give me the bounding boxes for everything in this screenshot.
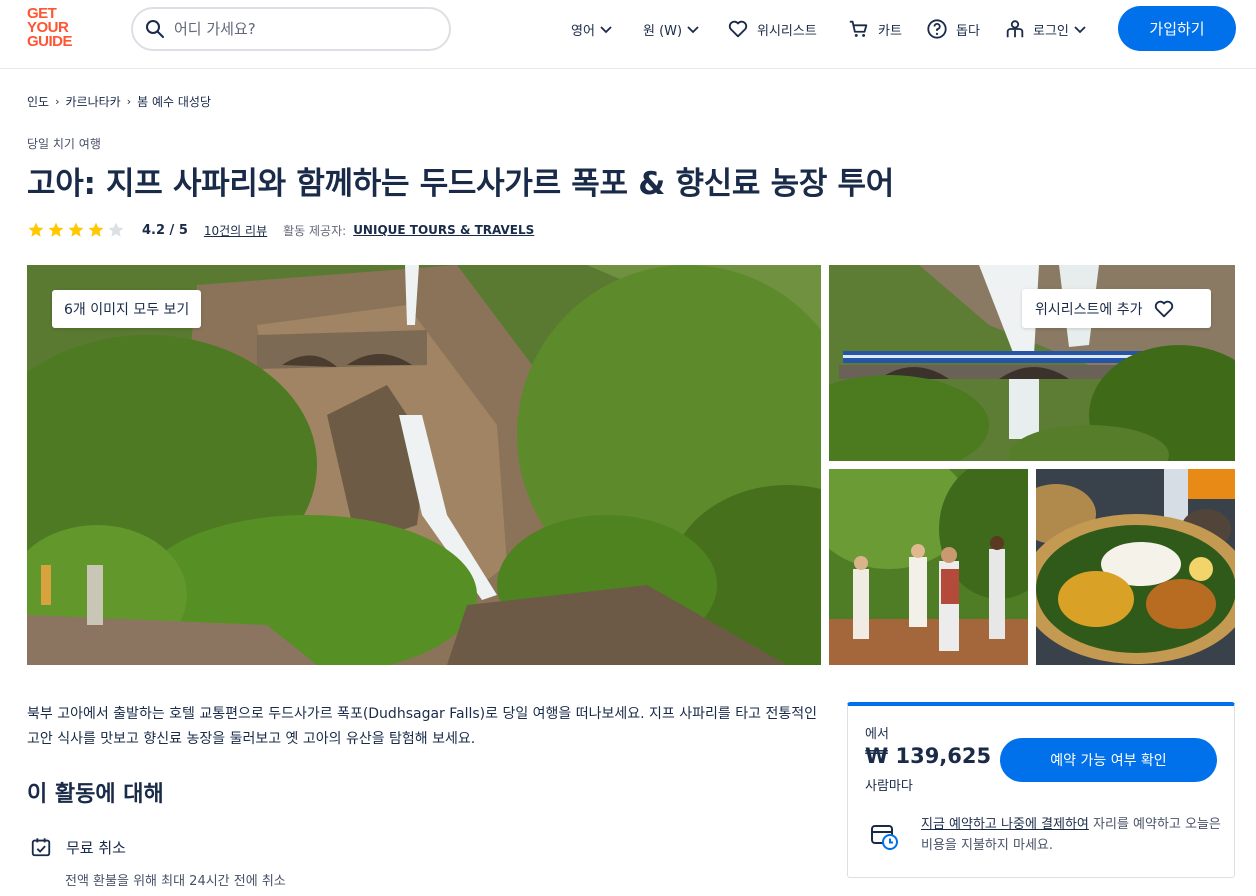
rating-row: 4.2 / 5 10건의 리뷰 활동 제공자: UNIQUE TOURS & T… [27, 219, 534, 241]
chevron-down-icon [687, 26, 699, 34]
chevron-down-icon [1074, 26, 1086, 34]
chevron-down-icon [600, 26, 612, 34]
currency-selector[interactable]: 원 (W) [643, 16, 700, 42]
free-cancellation-feature: 무료 취소 [30, 836, 126, 858]
breadcrumb-item-karnataka[interactable]: 카르나타카 [66, 93, 121, 110]
chevron-right-icon: › [126, 95, 132, 108]
activity-category: 당일 치기 여행 [27, 137, 101, 151]
getyourguide-logo[interactable]: GET YOUR GUIDE [27, 6, 87, 55]
cart-icon [849, 20, 868, 37]
signup-button[interactable]: 가입하기 [1118, 6, 1236, 51]
rating-value: 4.2 / 5 [142, 222, 188, 238]
currency-label: 원 (W) [643, 23, 683, 39]
heart-icon [728, 20, 748, 38]
cart-link[interactable]: 카트 [848, 16, 902, 42]
help-label: 돕다 [956, 23, 980, 39]
spice-farm-group-image [829, 469, 1028, 665]
breadcrumb-item-india[interactable]: 인도 [27, 93, 49, 110]
language-selector[interactable]: 영어 [571, 16, 613, 42]
page-title: 고아: 지프 사파리와 함께하는 두드사가르 폭포 & 향신료 농장 투어 [27, 166, 894, 202]
reserve-now-pay-later-link[interactable]: 지금 예약하고 나중에 결제하여 [921, 817, 1089, 832]
star-filled-icon [48, 222, 64, 237]
search-box[interactable] [131, 7, 451, 51]
breadcrumb: 인도 › 카르나타카 › 봄 예수 대성당 [27, 93, 211, 110]
check-availability-button[interactable]: 예약 가능 여부 확인 [1000, 738, 1217, 782]
about-heading: 이 활동에 대해 [27, 782, 164, 807]
star-rating [27, 221, 125, 239]
free-cancellation-detail: 전액 환불을 위해 최대 24시간 전에 취소 [65, 874, 286, 889]
language-label: 영어 [571, 23, 595, 39]
price-value: ₩ 139,625 [865, 744, 992, 768]
free-cancellation-title: 무료 취소 [66, 838, 126, 857]
user-group-icon [1006, 20, 1024, 38]
view-all-images-button[interactable]: 6개 이미지 모두 보기 [52, 290, 202, 328]
logo-line-3: GUIDE [27, 33, 73, 50]
add-to-wishlist-label: 위시리스트에 추가 [1035, 301, 1143, 318]
calendar-clock-icon [871, 825, 898, 850]
heart-icon [1154, 300, 1173, 317]
help-link[interactable]: 돕다 [926, 16, 980, 42]
activity-description: 북부 고아에서 출발하는 호텔 교통편으로 두드사가르 폭포(Dudhsagar… [27, 706, 817, 747]
chevron-right-icon: › [55, 95, 60, 108]
goan-meal-photo[interactable] [1036, 469, 1235, 665]
help-icon [927, 19, 947, 39]
top-header: GET YOUR GUIDE 영어 원 (W) 위시리스트 카트 돕다 로그인 … [0, 0, 1256, 69]
wishlist-link[interactable]: 위시리스트 [727, 16, 817, 42]
star-filled-icon [68, 222, 84, 237]
star-filled-icon [28, 222, 44, 237]
star-filled-icon [88, 222, 104, 237]
search-input[interactable] [174, 20, 424, 38]
star-empty-icon [108, 222, 124, 237]
reserve-now-pay-later: 지금 예약하고 나중에 결제하여 자리를 예약하고 오늘은 비용을 지불하지 마… [921, 814, 1221, 856]
search-icon [146, 20, 164, 38]
provider-label: 활동 제공자: [283, 223, 347, 238]
login-menu[interactable]: 로그인 [1004, 16, 1087, 42]
login-label: 로그인 [1033, 23, 1069, 39]
add-to-wishlist-button[interactable]: 위시리스트에 추가 [1022, 289, 1211, 328]
calendar-check-icon [31, 838, 51, 857]
goan-meal-image [1036, 469, 1235, 665]
cart-label: 카트 [878, 23, 902, 39]
provider-link[interactable]: UNIQUE TOURS & TRAVELS [353, 223, 534, 237]
price-per-person: 사람마다 [865, 779, 913, 794]
spice-farm-photo[interactable] [829, 469, 1028, 665]
wishlist-label: 위시리스트 [757, 23, 817, 39]
price-from-label: 에서 [865, 727, 889, 742]
reviews-link[interactable]: 10건의 리뷰 [204, 222, 267, 239]
breadcrumb-item-basilica[interactable]: 봄 예수 대성당 [137, 93, 211, 110]
